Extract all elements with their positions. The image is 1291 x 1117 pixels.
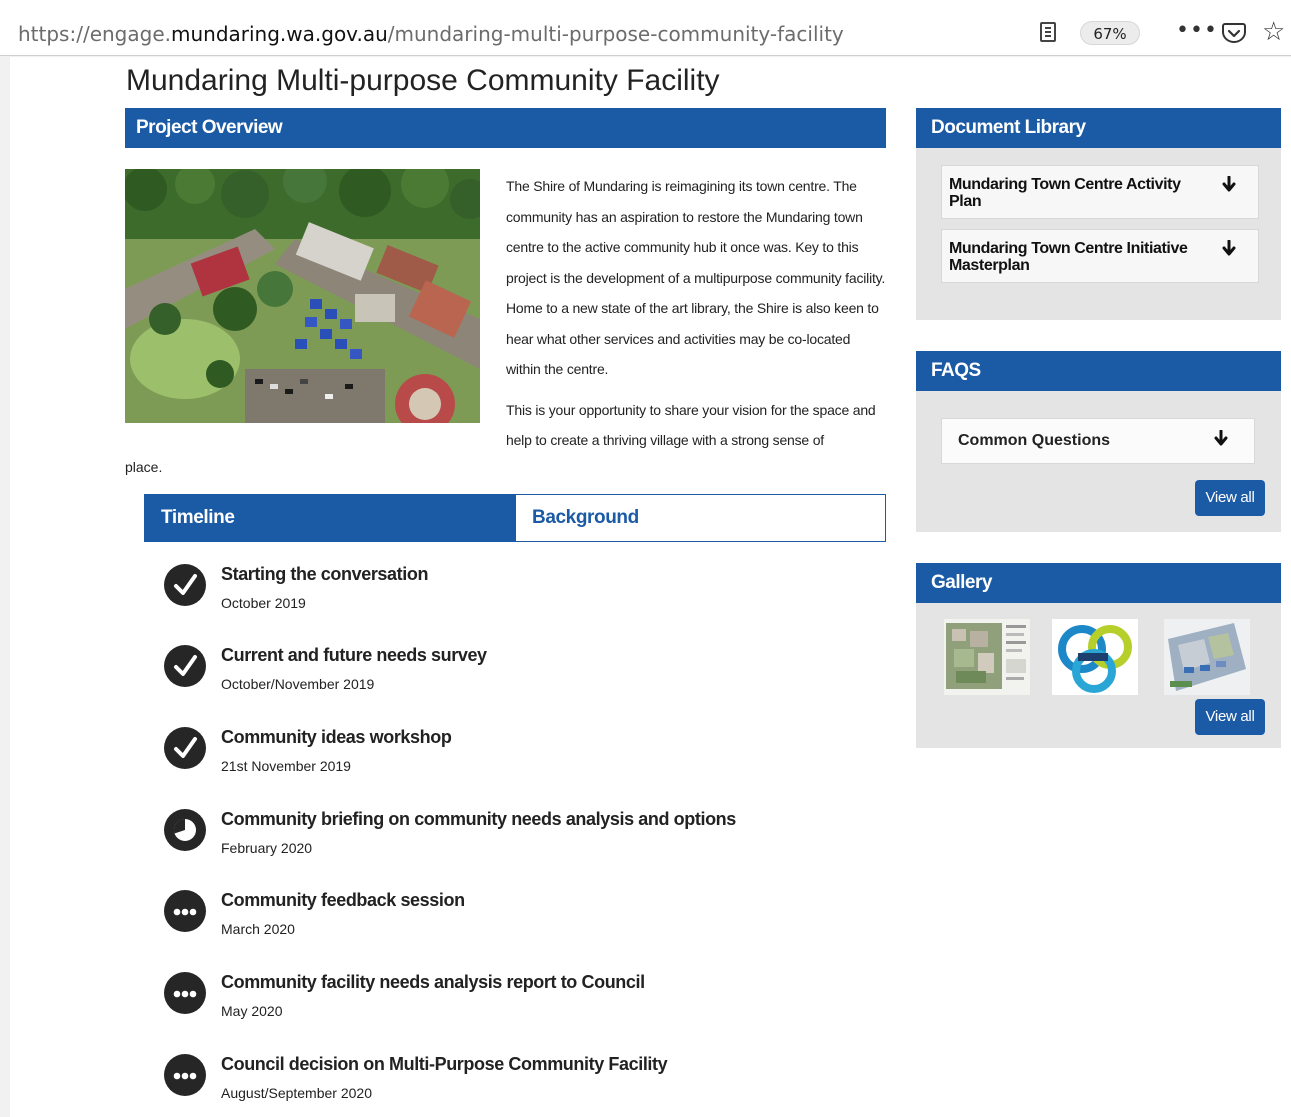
overview-paragraph-1: The Shire of Mundaring is reimagining it… xyxy=(506,178,886,377)
timeline-title: Starting the conversation xyxy=(221,564,429,584)
overview-paragraph-2-end: place. xyxy=(125,459,163,475)
url-domain: mundaring.wa.gov.au xyxy=(170,22,388,46)
timeline-date: May 2020 xyxy=(221,1003,283,1019)
timeline-item: Council decision on Multi-Purpose Commun… xyxy=(164,1054,864,1114)
expand-arrow-icon[interactable] xyxy=(1214,430,1228,446)
more-actions-icon[interactable]: ••• xyxy=(1176,18,1218,43)
timeline-title: Community briefing on community needs an… xyxy=(221,809,736,829)
timeline-item: Community facility needs analysis report… xyxy=(164,972,864,1032)
faqs-header: FAQS xyxy=(916,351,1281,391)
document-library-header: Document Library xyxy=(916,108,1281,148)
browser-toolbar: https://engage.mundaring.wa.gov.au/munda… xyxy=(0,0,1291,56)
document-item-label: Mundaring Town Centre Activity Plan xyxy=(949,176,1181,210)
gallery-thumbnail[interactable] xyxy=(944,619,1030,695)
timeline-date: 21st November 2019 xyxy=(221,758,351,774)
overview-tabs: Timeline Background xyxy=(144,494,886,542)
timeline-date: October/November 2019 xyxy=(221,676,375,692)
timeline-title: Community ideas workshop xyxy=(221,727,452,747)
tab-background[interactable]: Background xyxy=(515,494,886,542)
document-item-label: Mundaring Town Centre Initiative Masterp… xyxy=(949,240,1188,274)
timeline-date: March 2020 xyxy=(221,921,295,937)
document-library-panel: Document Library Mundaring Town Centre A… xyxy=(916,108,1281,320)
ellipsis-circle-icon xyxy=(164,972,206,1014)
timeline-date: October 2019 xyxy=(221,595,306,611)
timeline-title: Council decision on Multi-Purpose Commun… xyxy=(221,1054,668,1074)
overview-text: The Shire of Mundaring is reimagining it… xyxy=(506,171,886,456)
page-content: Mundaring Multi-purpose Community Facili… xyxy=(10,57,1291,1117)
progress-circle-icon xyxy=(164,809,206,851)
overview-paragraph-2: This is your opportunity to share your v… xyxy=(506,401,876,449)
gallery-thumbnail[interactable] xyxy=(1164,619,1250,695)
project-overview-header: Project Overview xyxy=(125,108,886,148)
gallery-thumbnail[interactable] xyxy=(1052,619,1138,695)
pocket-icon[interactable] xyxy=(1222,22,1246,44)
document-item[interactable]: Mundaring Town Centre Activity Plan xyxy=(941,165,1259,219)
gallery-panel: Gallery View all xyxy=(916,563,1281,748)
page-title: Mundaring Multi-purpose Community Facili… xyxy=(126,64,720,97)
tab-timeline[interactable]: Timeline xyxy=(144,494,516,542)
timeline-item: Community briefing on community needs an… xyxy=(164,809,864,869)
timeline-item: Community feedback session March 2020 xyxy=(164,890,864,950)
faq-common-questions[interactable]: Common Questions xyxy=(941,418,1255,464)
timeline-title: Current and future needs survey xyxy=(221,645,487,665)
ellipsis-circle-icon xyxy=(164,1054,206,1096)
aerial-town-photo xyxy=(125,169,480,423)
faqs-view-all-button[interactable]: View all xyxy=(1195,480,1265,516)
timeline-date: August/September 2020 xyxy=(221,1085,372,1101)
timeline-item: Current and future needs survey October/… xyxy=(164,645,864,705)
timeline-title: Community feedback session xyxy=(221,890,465,910)
check-circle-icon xyxy=(164,564,206,606)
check-circle-icon xyxy=(164,645,206,687)
timeline-item: Community ideas workshop 21st November 2… xyxy=(164,727,864,787)
check-circle-icon xyxy=(164,727,206,769)
address-bar[interactable]: https://engage.mundaring.wa.gov.au/munda… xyxy=(18,22,844,46)
timeline-date: February 2020 xyxy=(221,840,313,856)
timeline-item: Starting the conversation October 2019 xyxy=(164,564,864,624)
faq-item-label: Common Questions xyxy=(958,432,1111,449)
gallery-view-all-button[interactable]: View all xyxy=(1195,699,1265,735)
download-arrow-icon[interactable] xyxy=(1222,176,1236,192)
bookmark-star-icon[interactable]: ☆ xyxy=(1262,19,1285,45)
url-path: /mundaring-multi-purpose-community-facil… xyxy=(387,22,844,46)
document-item[interactable]: Mundaring Town Centre Initiative Masterp… xyxy=(941,229,1259,283)
faqs-panel: FAQS Common Questions View all xyxy=(916,351,1281,532)
reader-view-icon[interactable] xyxy=(1040,22,1056,42)
url-prefix: https://engage. xyxy=(18,22,171,46)
download-arrow-icon[interactable] xyxy=(1222,240,1236,256)
ellipsis-circle-icon xyxy=(164,890,206,932)
zoom-level-badge[interactable]: 67% xyxy=(1080,21,1140,45)
timeline-title: Community facility needs analysis report… xyxy=(221,972,645,992)
gallery-header: Gallery xyxy=(916,563,1281,603)
